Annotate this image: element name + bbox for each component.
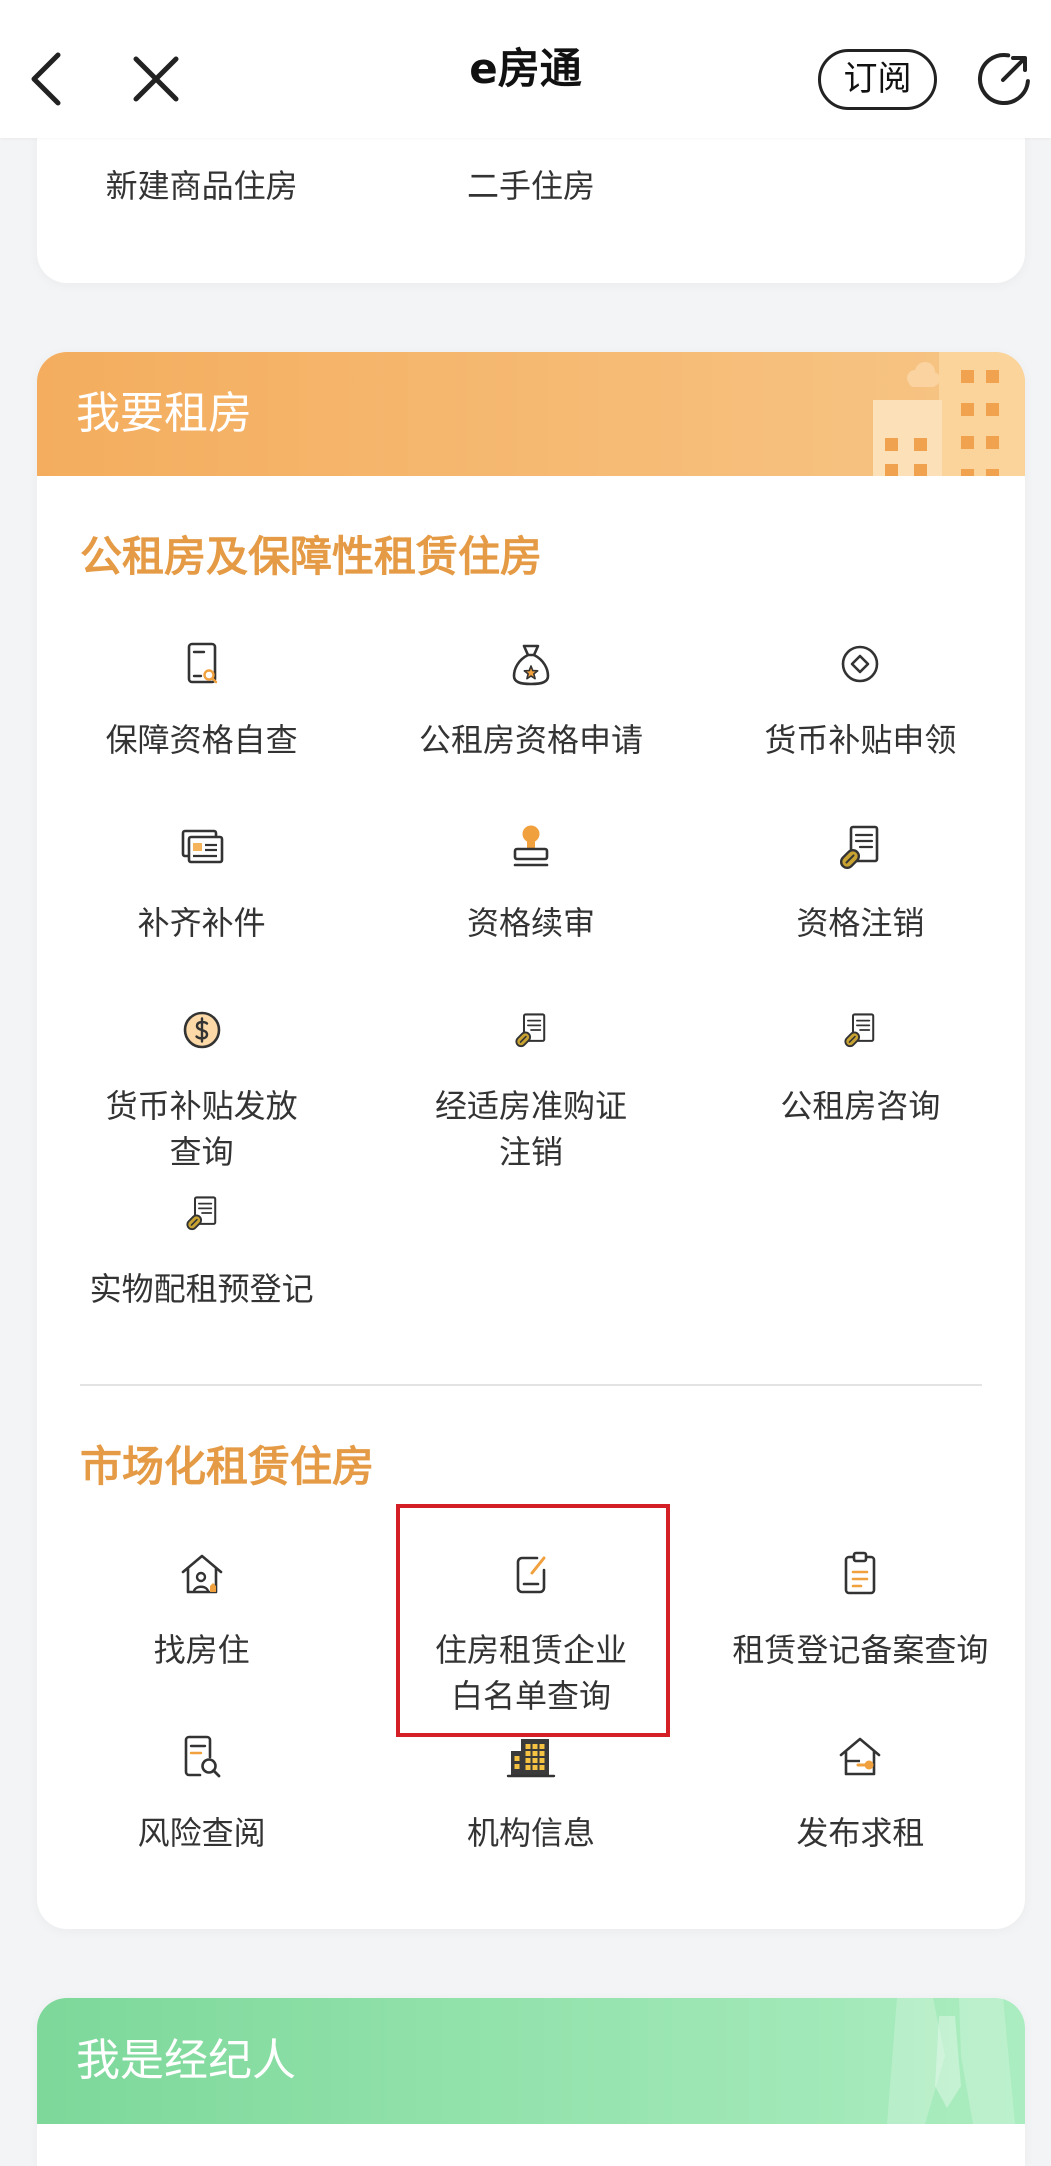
- service-item[interactable]: 补齐补件: [37, 809, 366, 992]
- service-item[interactable]: 住房租赁企业 白名单查询: [366, 1504, 695, 1737]
- service-item-label: 资格续审: [466, 904, 595, 942]
- service-item-label: 货币补贴发放 查询: [105, 1087, 298, 1171]
- document-clip-icon: [832, 819, 888, 875]
- service-item-label: 找房住: [153, 1631, 250, 1669]
- section-divider: [80, 1384, 982, 1386]
- service-item-label: 机构信息: [466, 1814, 595, 1852]
- back-chevron-icon: [24, 50, 68, 108]
- top-nav-bar: e房通 订阅: [0, 0, 1051, 138]
- category-second-hand-housing[interactable]: 二手住房: [366, 163, 695, 209]
- public-rental-services-grid: 保障资格自查 公租房资格申请 货币补贴申领 补齐补件 资格续审 资格注销 货币补…: [37, 626, 1025, 1358]
- subscribe-button[interactable]: 订阅: [818, 49, 937, 110]
- previous-category-row: 新建商品住房 二手住房: [37, 163, 1025, 209]
- service-item[interactable]: 保障资格自查: [37, 626, 366, 809]
- agent-card-header: 我是经纪人: [37, 1998, 1025, 2124]
- service-item[interactable]: 货币补贴发放 查询: [37, 992, 366, 1175]
- service-item-label: 资格注销: [796, 904, 925, 942]
- page-title: e房通: [469, 44, 582, 93]
- document-clip-small-icon: [503, 1002, 559, 1058]
- service-item[interactable]: 发布求租: [696, 1719, 1025, 1902]
- suit-tie-illustration-icon: [875, 1998, 1025, 2124]
- service-item-label: 货币补贴申领: [764, 721, 957, 759]
- market-rental-services-grid: 找房住 住房租赁企业 白名单查询 租赁登记备案查询 风险查阅 机构信息 发布求租: [37, 1504, 1025, 1902]
- back-button[interactable]: [24, 50, 68, 108]
- service-item-label: 实物配租预登记: [89, 1270, 314, 1308]
- section-title-public-rental: 公租房及保障性租赁住房: [80, 532, 543, 581]
- money-bag-star-icon: [503, 636, 559, 692]
- service-item-label: 公租房咨询: [780, 1087, 941, 1125]
- service-item[interactable]: 租赁登记备案查询: [696, 1536, 1025, 1719]
- service-item-label: 发布求租: [796, 1814, 925, 1852]
- service-item-label: 住房租赁企业 白名单查询: [434, 1631, 627, 1715]
- service-item-label: 保障资格自查: [105, 721, 298, 759]
- house-key-icon: [832, 1729, 888, 1785]
- dollar-coin-icon: [174, 1002, 230, 1058]
- service-item[interactable]: 公租房资格申请: [366, 626, 695, 809]
- service-item-label: 补齐补件: [137, 904, 266, 942]
- share-icon: [975, 50, 1033, 108]
- house-person-icon: [174, 1546, 230, 1602]
- document-search-icon: [174, 636, 230, 692]
- service-item[interactable]: 公租房咨询: [696, 992, 1025, 1175]
- service-item[interactable]: 找房住: [37, 1536, 366, 1719]
- service-item[interactable]: 经适房准购证 注销: [366, 992, 695, 1175]
- service-item-label: 风险查阅: [137, 1814, 266, 1852]
- note-edit-icon: [503, 1546, 559, 1602]
- stamp-icon: [503, 819, 559, 875]
- service-item[interactable]: 风险查阅: [37, 1719, 366, 1902]
- service-item[interactable]: 资格注销: [696, 809, 1025, 992]
- document-magnifier-icon: [174, 1729, 230, 1785]
- document-clip-small-icon: [832, 1002, 888, 1058]
- close-button[interactable]: [130, 53, 182, 105]
- service-item[interactable]: 机构信息: [366, 1719, 695, 1902]
- category-new-housing[interactable]: 新建商品住房: [37, 163, 366, 209]
- buildings-illustration-icon: [865, 352, 1025, 476]
- document-clip-small-icon: [174, 1185, 230, 1241]
- app-screen: e房通 订阅 新建商品住房 二手住房 我要租房 公租房及保障性租赁住房 保障资格…: [0, 0, 1051, 2166]
- share-button[interactable]: [975, 50, 1033, 108]
- service-item-label: 经适房准购证 注销: [434, 1087, 627, 1171]
- id-cards-icon: [174, 819, 230, 875]
- office-building-icon: [503, 1729, 559, 1785]
- clipboard-icon: [832, 1546, 888, 1602]
- agent-card-title: 我是经纪人: [76, 2035, 296, 2086]
- service-item[interactable]: 资格续审: [366, 809, 695, 992]
- rent-card: 我要租房 公租房及保障性租赁住房 保障资格自查 公租房资格申请 货币补贴申领 补…: [37, 352, 1025, 1929]
- service-item-label: 公租房资格申请: [418, 721, 643, 759]
- close-icon: [130, 53, 182, 105]
- service-item[interactable]: 货币补贴申领: [696, 626, 1025, 809]
- service-item[interactable]: 实物配租预登记: [37, 1175, 366, 1358]
- rent-card-title: 我要租房: [76, 388, 252, 439]
- coin-diamond-icon: [832, 636, 888, 692]
- section-title-market-rental: 市场化租赁住房: [80, 1442, 375, 1491]
- rent-card-header: 我要租房: [37, 352, 1025, 476]
- agent-card: 我是经纪人: [37, 1998, 1025, 2166]
- service-item-label: 租赁登记备案查询: [732, 1631, 989, 1669]
